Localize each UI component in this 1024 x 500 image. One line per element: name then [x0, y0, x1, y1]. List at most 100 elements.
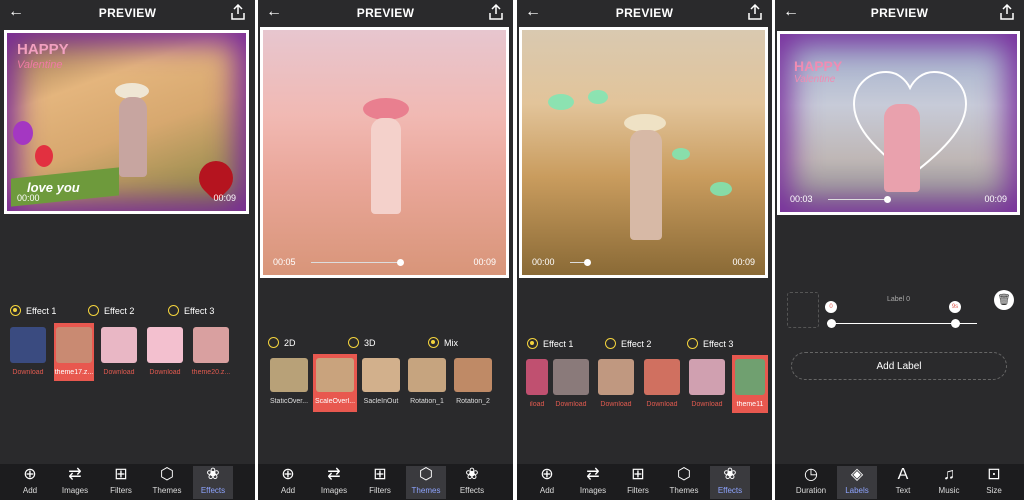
range-end-pin[interactable]: 9s	[949, 301, 961, 313]
radio-selected-icon	[10, 305, 21, 316]
radio-icon	[268, 337, 279, 348]
effect-option-3[interactable]: Effect 3	[687, 338, 733, 349]
add-label-button[interactable]: Add Label	[791, 352, 1007, 380]
nav-filters[interactable]: ⊞ Filters	[618, 466, 658, 499]
transition-thumb[interactable]: SacleInOut	[359, 358, 403, 405]
nav-duration[interactable]: ◷ Duration	[791, 466, 831, 499]
nav-images[interactable]: ⇄ Images	[314, 466, 354, 499]
nav-filters[interactable]: ⊞ Filters	[101, 466, 141, 499]
transition-thumb-selected[interactable]: ScaleOverl...	[313, 354, 357, 412]
theme-thumb[interactable]: Download	[687, 359, 727, 408]
overlay-valentine-text: Valentine	[17, 59, 63, 71]
theme-thumb[interactable]: Download	[642, 359, 682, 408]
nav-effects[interactable]: ❀ Effects	[452, 466, 492, 499]
radio-selected-icon	[428, 337, 439, 348]
time-total: 00:09	[473, 257, 496, 267]
share-icon[interactable]	[748, 4, 762, 20]
butterfly-icon	[548, 94, 574, 110]
theme-thumb[interactable]: Download	[145, 327, 185, 376]
nav-images[interactable]: ⇄ Images	[55, 466, 95, 499]
nav-themes[interactable]: ⬡ Themes	[147, 466, 187, 499]
top-bar: ← PREVIEW	[517, 0, 772, 26]
video-preview[interactable]: HAPPY Valentine 00:03 00:09	[777, 31, 1020, 215]
effects-icon: ❀	[206, 466, 220, 483]
time-total: 00:09	[984, 194, 1007, 204]
range-start-pin[interactable]: 0	[825, 301, 837, 313]
video-preview[interactable]: 00:00 00:09	[519, 27, 768, 278]
transition-thumb[interactable]: Rotation_1	[405, 358, 449, 405]
nav-themes[interactable]: ⬡ Themes	[406, 466, 446, 499]
progress-knob[interactable]	[584, 259, 591, 266]
screen-labels: ← PREVIEW HAPPY Valentine 00:03 00:09 La…	[775, 0, 1024, 500]
transition-thumb[interactable]: StaticOver...	[267, 358, 311, 405]
effect-option-1[interactable]: Effect 1	[527, 338, 573, 349]
swap-icon: ⇄	[68, 466, 82, 483]
nav-effects[interactable]: ❀ Effects	[193, 466, 233, 499]
nav-text[interactable]: A Text	[883, 466, 923, 499]
nav-size[interactable]: ⊡ Size	[974, 466, 1014, 499]
theme-thumb[interactable]: Download	[8, 327, 48, 376]
effect-option-2[interactable]: Effect 2	[605, 338, 651, 349]
time-current: 00:00	[532, 257, 555, 267]
transition-thumb[interactable]: Rotation_2	[451, 358, 495, 405]
theme-thumb-selected[interactable]: theme11	[732, 355, 768, 413]
nav-add[interactable]: ⊕ Add	[268, 466, 308, 499]
transition-thumb-image	[408, 358, 446, 392]
bottom-nav: ⊕ Add ⇄ Images ⊞ Filters ⬡ Themes ❀ Effects	[258, 464, 513, 500]
nav-images[interactable]: ⇄ Images	[573, 466, 613, 499]
theme-thumb[interactable]: theme20.z...	[191, 327, 231, 376]
nav-themes[interactable]: ⬡ Themes	[664, 466, 704, 499]
progress-track[interactable]	[311, 262, 399, 263]
theme-thumb[interactable]: Download	[99, 327, 139, 376]
theme-thumb-image	[526, 359, 548, 395]
butterfly-icon	[672, 148, 690, 160]
girl-figure	[119, 97, 147, 177]
page-title: PREVIEW	[870, 6, 929, 20]
nav-add[interactable]: ⊕ Add	[10, 466, 50, 499]
theme-thumb-selected[interactable]: theme17.z...	[54, 323, 94, 381]
progress-knob[interactable]	[397, 259, 404, 266]
page-title: PREVIEW	[615, 6, 674, 20]
label-preview-box[interactable]	[787, 292, 819, 328]
theme-thumb[interactable]: Download	[596, 359, 636, 408]
theme-thumb[interactable]: Download	[551, 359, 591, 408]
video-preview[interactable]: HAPPY Valentine love you 00:00 00:09	[4, 30, 249, 214]
nav-effects[interactable]: ❀ Effects	[710, 466, 750, 499]
butterfly-icon	[710, 182, 732, 196]
cube-icon: ⬡	[160, 466, 174, 483]
filter-icon: ⊞	[373, 466, 387, 483]
share-icon[interactable]	[1000, 4, 1014, 20]
video-preview[interactable]: 00:05 00:09	[260, 27, 509, 278]
nav-labels[interactable]: ◈ Labels	[837, 466, 877, 499]
mode-2d[interactable]: 2D	[268, 337, 296, 348]
radio-icon	[348, 337, 359, 348]
text-icon: A	[897, 466, 909, 483]
theme-thumb-image	[10, 327, 46, 363]
bottom-nav: ⊕ Add ⇄ Images ⊞ Filters ⬡ Themes ❀ Effects	[0, 464, 255, 500]
share-icon[interactable]	[231, 4, 245, 20]
theme-thumb-image	[553, 359, 589, 395]
share-icon[interactable]	[489, 4, 503, 20]
effect-option-3[interactable]: Effect 3	[168, 305, 214, 316]
top-bar: ← PREVIEW	[0, 0, 255, 26]
effect-option-1[interactable]: Effect 1	[10, 305, 56, 316]
effect-option-2[interactable]: Effect 2	[88, 305, 134, 316]
filter-icon: ⊞	[114, 466, 128, 483]
progress-knob[interactable]	[884, 196, 891, 203]
bottom-nav: ⊕ Add ⇄ Images ⊞ Filters ⬡ Themes ❀ Effects	[517, 464, 772, 500]
hat-figure	[363, 98, 409, 120]
time-total: 00:09	[213, 193, 236, 203]
range-end-knob[interactable]	[951, 319, 960, 328]
nav-music[interactable]: ♫ Music	[929, 466, 969, 499]
mode-mix[interactable]: Mix	[428, 337, 458, 348]
trash-icon[interactable]: 🗑	[994, 290, 1014, 310]
nav-filters[interactable]: ⊞ Filters	[360, 466, 400, 499]
mode-3d[interactable]: 3D	[348, 337, 376, 348]
effect-options: Effect 1 Effect 2 Effect 3	[517, 338, 772, 356]
cube-icon: ⬡	[677, 466, 691, 483]
radio-icon	[168, 305, 179, 316]
progress-track[interactable]	[828, 199, 888, 200]
theme-thumb-image	[735, 359, 765, 395]
range-start-knob[interactable]	[827, 319, 836, 328]
nav-add[interactable]: ⊕ Add	[527, 466, 567, 499]
